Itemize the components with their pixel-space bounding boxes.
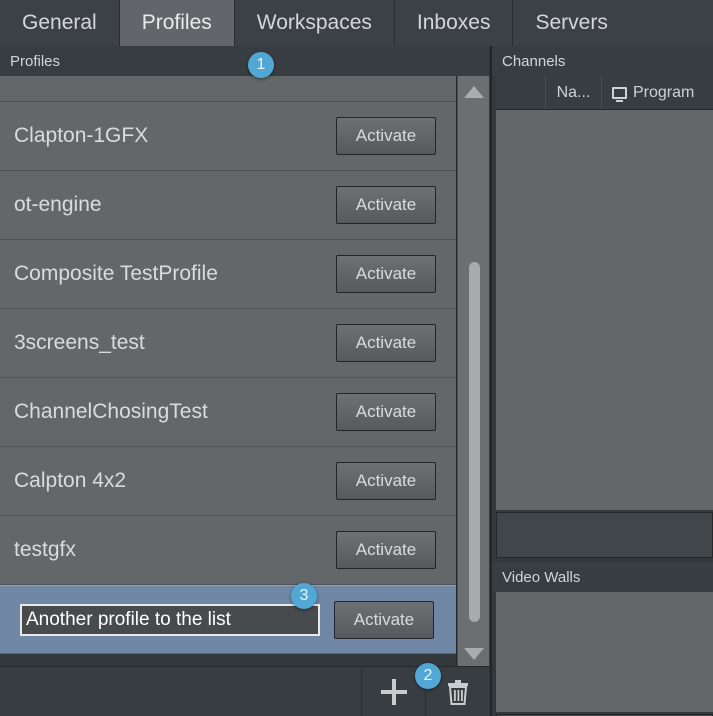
activate-button[interactable]: Activate [336,117,436,155]
monitor-icon [612,86,627,102]
channels-panel-title: Channels [502,52,566,70]
column-header-name[interactable]: Na... [546,76,602,109]
add-profile-button[interactable] [361,667,425,716]
tab-bar-filler [629,0,713,46]
profile-name: Calpton 4x2 [14,469,127,492]
video-walls-panel-header: Video Walls [492,562,713,592]
table-row[interactable]: Calpton 4x2 Activate [0,447,456,516]
tab-label: General [22,11,97,34]
delete-profile-button[interactable] [425,667,489,716]
profile-name: Clapton-1GFX [14,124,149,147]
profile-name-input[interactable] [20,603,320,636]
plus-icon [380,678,407,705]
profile-name: testgfx [14,538,76,561]
column-header-label: Program [633,83,695,101]
trash-icon [447,679,468,705]
table-row[interactable]: 3screens_test Activate [0,309,456,378]
video-walls-panel-title: Video Walls [502,568,581,586]
activate-button[interactable]: Activate [336,393,436,431]
table-row[interactable]: ot-engine Activate [0,171,456,240]
tab-label: Profiles [141,11,212,34]
profiles-list-viewport: Clapton-1GFX Activate ot-engine Activate… [0,76,489,712]
column-header-label: Na... [556,83,591,101]
triangle-up-icon [464,86,484,98]
table-row[interactable]: ChannelChosingTest Activate [0,378,456,447]
table-row-editing[interactable]: Activate [0,585,456,654]
tab-inboxes[interactable]: Inboxes [394,0,514,46]
profiles-list: Clapton-1GFX Activate ot-engine Activate… [0,76,457,670]
profiles-settings-window: General Profiles Workspaces Inboxes Serv… [0,0,713,716]
channels-panel-header: Channels [492,46,713,76]
tab-general[interactable]: General [0,0,120,46]
scroll-up-button[interactable] [458,78,490,106]
profile-name: 3screens_test [14,331,145,354]
tab-servers[interactable]: Servers [513,0,630,46]
profile-name: ot-engine [14,193,102,216]
table-row[interactable] [0,76,456,102]
column-header-program[interactable]: Program [602,76,713,109]
tab-label: Servers [535,11,608,34]
channels-footer [496,512,713,558]
profiles-scrollbar[interactable] [457,76,489,670]
channels-table-header: Na... Program [496,76,713,110]
profiles-panel: Profiles Clapton-1GFX Activate ot-engine… [0,46,489,716]
video-walls-list[interactable] [496,592,713,712]
profile-name: ChannelChosingTest [14,400,208,423]
activate-button[interactable]: Activate [336,531,436,569]
profile-name: Composite TestProfile [14,262,218,285]
scrollbar-thumb[interactable] [469,262,480,622]
activate-button[interactable]: Activate [334,600,434,639]
profiles-panel-title: Profiles [10,52,61,70]
right-side-panel: Channels Na... Program Video Walls [490,46,713,716]
activate-button[interactable]: Activate [336,324,436,362]
activate-button[interactable]: Activate [336,255,436,293]
tab-label: Inboxes [416,11,491,34]
main-tab-bar: General Profiles Workspaces Inboxes Serv… [0,0,713,46]
table-row[interactable]: testgfx Activate [0,516,456,585]
triangle-down-icon [464,648,484,660]
tab-label: Workspaces [256,11,372,34]
tab-profiles[interactable]: Profiles [119,0,235,46]
channels-list[interactable] [496,110,713,510]
tab-workspaces[interactable]: Workspaces [234,0,395,46]
activate-button[interactable]: Activate [336,462,436,500]
table-row[interactable]: Clapton-1GFX Activate [0,102,456,171]
profiles-toolbar [0,666,489,716]
profiles-panel-header: Profiles [0,46,489,76]
activate-button[interactable]: Activate [336,186,436,224]
scroll-down-button[interactable] [458,640,490,668]
column-header-blank[interactable] [496,76,546,109]
table-row[interactable]: Composite TestProfile Activate [0,240,456,309]
